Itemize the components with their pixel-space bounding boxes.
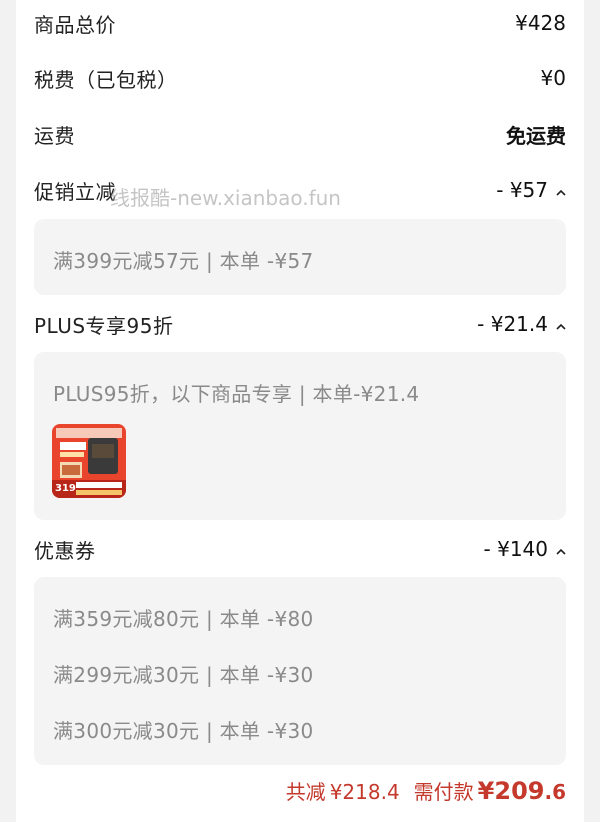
pay-fraction: .6 <box>544 780 566 804</box>
shipping-row: 运费 免运费 <box>34 118 566 150</box>
pay-currency: ¥ <box>477 777 495 805</box>
goods-total-row: 商品总价 ¥428 <box>34 7 566 39</box>
chevron-up-icon[interactable] <box>556 547 566 557</box>
tax-row: 税费（已包税） ¥0 <box>34 62 566 94</box>
total-reduce-value: ¥218.4 <box>329 780 400 804</box>
plus-value: - ¥21.4 <box>477 312 548 336</box>
pay-label: 需付款 <box>413 780 474 804</box>
plus-row[interactable]: PLUS专享95折 - ¥21.4 <box>34 308 566 340</box>
order-summary-panel: 商品总价 ¥428 税费（已包税） ¥0 运费 免运费 促销立减 - ¥57 满… <box>16 0 584 822</box>
tax-value: ¥0 <box>540 66 566 90</box>
shipping-value: 免运费 <box>506 123 566 148</box>
chevron-up-icon[interactable] <box>556 188 566 198</box>
chevron-up-icon[interactable] <box>556 322 566 332</box>
watermark: 线报酷-new.xianbao.fun <box>110 186 341 210</box>
coupon-detail-box: 满359元减80元 | 本单 -¥80 满299元减30元 | 本单 -¥30 … <box>34 577 566 765</box>
coupon-value-wrap[interactable]: - ¥140 <box>484 537 566 561</box>
product-price-tag: 319 <box>55 483 76 494</box>
plus-detail-box: PLUS95折，以下商品专享 | 本单-¥21.4 319 <box>34 352 566 520</box>
coupon-label: 优惠券 <box>34 538 96 563</box>
promo-detail-line: 满399元减57元 | 本单 -¥57 <box>53 249 314 273</box>
coupon-value: - ¥140 <box>483 537 548 561</box>
coupon-detail-line: 满300元减30元 | 本单 -¥30 <box>53 719 314 743</box>
tax-label: 税费（已包税） <box>34 67 178 92</box>
plus-detail-line: PLUS95折，以下商品专享 | 本单-¥21.4 <box>53 382 420 406</box>
plus-label: PLUS专享95折 <box>34 313 174 338</box>
promo-label: 促销立减 <box>34 179 116 204</box>
pay-integer: 209 <box>494 777 545 805</box>
goods-total-label: 商品总价 <box>34 12 116 37</box>
payment-footer: 共减 ¥218.4 需付款 ¥ 209 .6 <box>286 776 566 805</box>
product-thumbnail[interactable]: 319 <box>52 424 126 498</box>
promo-detail-box: 满399元减57元 | 本单 -¥57 <box>34 219 566 295</box>
shipping-label: 运费 <box>34 123 75 148</box>
promo-value-wrap[interactable]: - ¥57 <box>496 178 566 202</box>
goods-total-value: ¥428 <box>515 11 566 35</box>
coupon-detail-line: 满299元减30元 | 本单 -¥30 <box>53 663 314 687</box>
coupon-detail-line: 满359元减80元 | 本单 -¥80 <box>53 607 314 631</box>
coupon-row[interactable]: 优惠券 - ¥140 <box>34 533 566 565</box>
total-reduce-label: 共减 <box>285 780 326 804</box>
promo-value: - ¥57 <box>496 178 548 202</box>
plus-value-wrap[interactable]: - ¥21.4 <box>477 312 566 336</box>
